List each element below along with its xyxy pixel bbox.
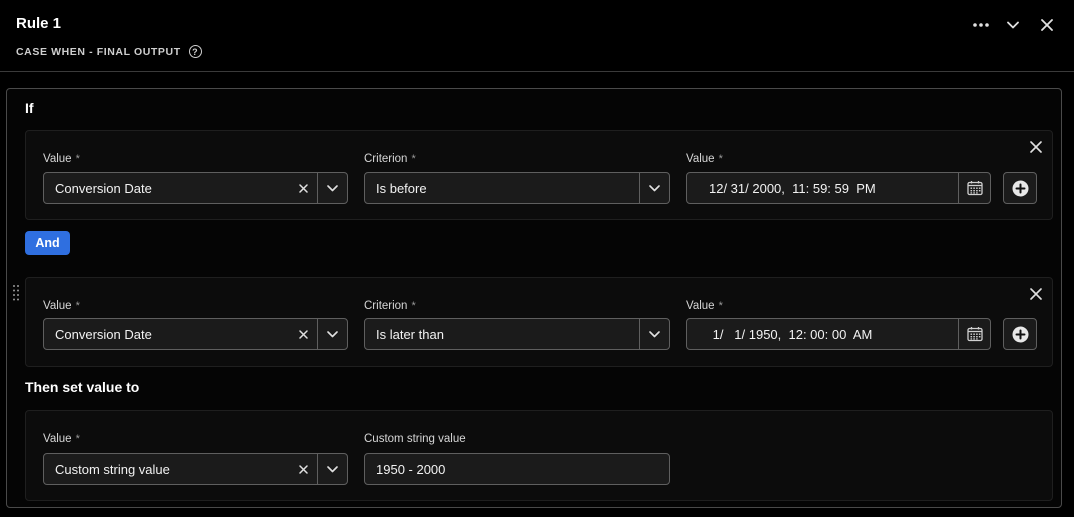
clear-button[interactable] — [289, 319, 317, 349]
criterion-dropdown-button[interactable] — [639, 319, 669, 349]
add-circle-icon — [1012, 326, 1028, 342]
chevron-down-icon — [327, 330, 338, 337]
date-time-picker[interactable]: 12/ 31/ 2000, 11: 59: 59 PM — [686, 172, 991, 204]
chevron-down-icon — [649, 330, 660, 337]
value-combobox[interactable]: Conversion Date — [43, 318, 348, 350]
close-icon — [1030, 141, 1042, 153]
more-icon — [973, 23, 989, 27]
rule-subtitle: CASE WHEN - FINAL OUTPUT ? — [16, 45, 202, 58]
clear-icon — [298, 464, 308, 474]
custom-string-label: Custom string value — [364, 433, 466, 445]
condition-row: Value * Conversion Date Criterion * Is bef… — [25, 130, 1053, 220]
and-operator-button[interactable]: And — [25, 231, 70, 255]
remove-condition-button[interactable] — [1028, 286, 1044, 302]
value-combobox-text[interactable]: Conversion Date — [44, 319, 289, 349]
date-time-text[interactable]: 12/ 31/ 2000, 11: 59: 59 PM — [687, 173, 958, 203]
date-value-label: Value * — [686, 300, 723, 312]
chevron-down-icon — [327, 184, 338, 191]
criterion-picker[interactable]: Is before — [364, 172, 670, 204]
drag-handle-icon[interactable] — [12, 284, 20, 302]
add-circle-icon — [1012, 180, 1028, 196]
criterion-dropdown-button[interactable] — [639, 173, 669, 203]
criterion-picker-text[interactable]: Is later than — [365, 319, 639, 349]
value-dropdown-button[interactable] — [317, 173, 347, 203]
criterion-label: Criterion * — [364, 153, 416, 165]
value-label: Value * — [43, 433, 80, 445]
chevron-down-icon — [649, 184, 660, 191]
calendar-icon — [966, 327, 983, 342]
value-combobox[interactable]: Conversion Date — [43, 172, 348, 204]
then-section-title: Then set value to — [25, 379, 140, 395]
then-value-combobox[interactable]: Custom string value — [43, 453, 348, 485]
criterion-picker-text[interactable]: Is before — [365, 173, 639, 203]
calendar-icon — [966, 181, 983, 196]
rule-header: Rule 1 CASE WHEN - FINAL OUTPUT ? — [0, 0, 1074, 72]
then-value-combobox-text[interactable]: Custom string value — [44, 454, 289, 484]
criterion-picker[interactable]: Is later than — [364, 318, 670, 350]
value-label: Value * — [43, 300, 80, 312]
chevron-down-icon — [327, 465, 338, 472]
calendar-button[interactable] — [958, 173, 990, 203]
clear-icon — [298, 183, 308, 193]
close-rule-button[interactable] — [1036, 14, 1058, 36]
rule-title: Rule 1 — [16, 15, 62, 32]
then-value-dropdown-button[interactable] — [317, 454, 347, 484]
clear-button[interactable] — [289, 173, 317, 203]
close-icon — [1041, 19, 1053, 31]
clear-button[interactable] — [289, 454, 317, 484]
date-time-text[interactable]: 1/ 1/ 1950, 12: 00: 00 AM — [687, 319, 958, 349]
value-combobox-text[interactable]: Conversion Date — [44, 173, 289, 203]
collapse-button[interactable] — [1002, 14, 1024, 36]
chevron-down-icon — [1007, 21, 1019, 29]
if-section-title: If — [25, 100, 34, 116]
rule-panel: If Value * Conversion Date Criterion * Is … — [6, 88, 1062, 508]
clear-icon — [298, 329, 308, 339]
condition-row: Value * Conversion Date Criterion * Is lat… — [25, 277, 1053, 367]
criterion-label: Criterion * — [364, 300, 416, 312]
then-value-row: Value * Custom string value Custom string… — [25, 410, 1053, 501]
custom-string-input[interactable]: 1950 - 2000 — [364, 453, 670, 485]
remove-condition-button[interactable] — [1028, 139, 1044, 155]
value-dropdown-button[interactable] — [317, 319, 347, 349]
add-criterion-button[interactable] — [1003, 172, 1037, 204]
calendar-button[interactable] — [958, 319, 990, 349]
close-icon — [1030, 288, 1042, 300]
subtitle-text: CASE WHEN - FINAL OUTPUT — [16, 45, 181, 58]
value-label: Value * — [43, 153, 80, 165]
add-criterion-button[interactable] — [1003, 318, 1037, 350]
more-options-button[interactable] — [970, 14, 992, 36]
help-icon[interactable]: ? — [188, 45, 202, 58]
date-value-label: Value * — [686, 153, 723, 165]
date-time-picker[interactable]: 1/ 1/ 1950, 12: 00: 00 AM — [686, 318, 991, 350]
